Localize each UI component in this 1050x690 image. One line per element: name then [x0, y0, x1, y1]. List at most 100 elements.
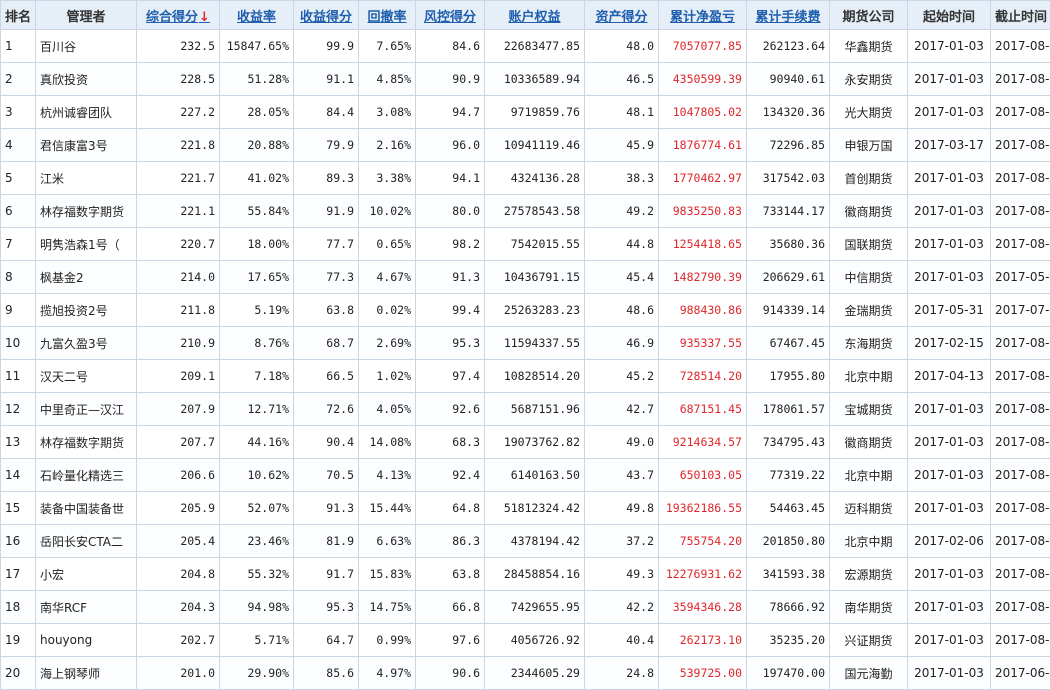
- manager-cell[interactable]: 真欣投资: [36, 63, 137, 96]
- sort-cum-pnl-header[interactable]: 累计净盈亏: [659, 1, 747, 30]
- broker-cell: 徽商期货: [830, 195, 908, 228]
- return-rate-cell: 18.00%: [220, 228, 294, 261]
- manager-cell[interactable]: 明隽浩森1号（: [36, 228, 137, 261]
- manager-cell[interactable]: 杭州诚睿团队: [36, 96, 137, 129]
- table-row: 2真欣投资228.551.28%91.14.85%90.910336589.94…: [1, 63, 1050, 96]
- equity-cell: 11594337.55: [485, 327, 585, 360]
- return-rate-cell: 29.90%: [220, 657, 294, 690]
- score-cell: 205.4: [137, 525, 220, 558]
- manager-cell[interactable]: houyong: [36, 624, 137, 657]
- manager-cell[interactable]: 君信康富3号: [36, 129, 137, 162]
- header-score-label: 综合得分: [146, 10, 198, 25]
- broker-cell: 东海期货: [830, 327, 908, 360]
- return-score-cell: 68.7: [294, 327, 359, 360]
- broker-cell: 金瑞期货: [830, 294, 908, 327]
- score-cell: 202.7: [137, 624, 220, 657]
- drawdown-cell: 7.65%: [359, 30, 416, 63]
- asset-score-cell: 49.3: [585, 558, 659, 591]
- manager-cell[interactable]: 南华RCF: [36, 591, 137, 624]
- asset-score-cell: 24.8: [585, 657, 659, 690]
- asset-score-cell: 43.7: [585, 459, 659, 492]
- end-date-cell: 2017-05-22: [991, 261, 1050, 294]
- broker-cell: 宏源期货: [830, 558, 908, 591]
- sort-score-header[interactable]: 综合得分↓: [137, 1, 220, 30]
- cum-pnl-cell: 935337.55: [659, 327, 747, 360]
- risk-score-cell: 90.6: [416, 657, 485, 690]
- header-drawdown-label: 回撤率: [367, 10, 406, 25]
- asset-score-cell: 45.9: [585, 129, 659, 162]
- manager-cell[interactable]: 林存福数字期货: [36, 195, 137, 228]
- drawdown-cell: 2.69%: [359, 327, 416, 360]
- cum-pnl-cell: 755754.20: [659, 525, 747, 558]
- broker-cell: 北京中期: [830, 525, 908, 558]
- header-broker: 期货公司: [830, 1, 908, 30]
- sort-risk-score-header[interactable]: 风控得分: [416, 1, 485, 30]
- asset-score-cell: 48.1: [585, 96, 659, 129]
- cum-fee-cell: 733144.17: [747, 195, 830, 228]
- table-row: 10九富久盈3号210.98.76%68.72.69%95.311594337.…: [1, 327, 1050, 360]
- return-score-cell: 91.1: [294, 63, 359, 96]
- cum-fee-cell: 35680.36: [747, 228, 830, 261]
- return-score-cell: 91.9: [294, 195, 359, 228]
- sort-asset-score-header[interactable]: 资产得分: [585, 1, 659, 30]
- cum-fee-cell: 35235.20: [747, 624, 830, 657]
- risk-score-cell: 90.9: [416, 63, 485, 96]
- asset-score-cell: 40.4: [585, 624, 659, 657]
- end-date-cell: 2017-08-11: [991, 30, 1050, 63]
- manager-cell[interactable]: 海上钢琴师: [36, 657, 137, 690]
- manager-cell[interactable]: 汉天二号: [36, 360, 137, 393]
- drawdown-cell: 14.08%: [359, 426, 416, 459]
- manager-cell[interactable]: 岳阳长安CTA二: [36, 525, 137, 558]
- broker-cell: 首创期货: [830, 162, 908, 195]
- start-date-cell: 2017-03-17: [908, 129, 991, 162]
- return-score-cell: 63.8: [294, 294, 359, 327]
- return-rate-cell: 20.88%: [220, 129, 294, 162]
- return-rate-cell: 8.76%: [220, 327, 294, 360]
- drawdown-cell: 10.02%: [359, 195, 416, 228]
- asset-score-cell: 44.8: [585, 228, 659, 261]
- cum-pnl-cell: 12276931.62: [659, 558, 747, 591]
- start-date-cell: 2017-01-03: [908, 96, 991, 129]
- sort-equity-header[interactable]: 账户权益: [485, 1, 585, 30]
- manager-cell[interactable]: 小宏: [36, 558, 137, 591]
- manager-cell[interactable]: 中里奇正—汉江: [36, 393, 137, 426]
- end-date-cell: 2017-08-11: [991, 360, 1050, 393]
- drawdown-cell: 15.83%: [359, 558, 416, 591]
- score-cell: 221.1: [137, 195, 220, 228]
- risk-score-cell: 63.8: [416, 558, 485, 591]
- manager-cell[interactable]: 装备中国装备世: [36, 492, 137, 525]
- start-date-cell: 2017-02-06: [908, 525, 991, 558]
- risk-score-cell: 68.3: [416, 426, 485, 459]
- cum-fee-cell: 90940.61: [747, 63, 830, 96]
- return-rate-cell: 55.84%: [220, 195, 294, 228]
- cum-pnl-cell: 1482790.39: [659, 261, 747, 294]
- asset-score-cell: 42.2: [585, 591, 659, 624]
- manager-cell[interactable]: 枫基金2: [36, 261, 137, 294]
- return-rate-cell: 17.65%: [220, 261, 294, 294]
- drawdown-cell: 4.67%: [359, 261, 416, 294]
- sort-return-score-header[interactable]: 收益得分: [294, 1, 359, 30]
- end-date-cell: 2017-08-11: [991, 327, 1050, 360]
- rank-cell: 6: [1, 195, 36, 228]
- sort-drawdown-header[interactable]: 回撤率: [359, 1, 416, 30]
- asset-score-cell: 45.2: [585, 360, 659, 393]
- manager-cell[interactable]: 江米: [36, 162, 137, 195]
- sort-cum-fee-header[interactable]: 累计手续费: [747, 1, 830, 30]
- manager-cell[interactable]: 石岭量化精选三: [36, 459, 137, 492]
- manager-cell[interactable]: 百川谷: [36, 30, 137, 63]
- score-cell: 221.7: [137, 162, 220, 195]
- header-asset-score-label: 资产得分: [595, 10, 647, 25]
- rank-cell: 14: [1, 459, 36, 492]
- manager-cell[interactable]: 林存福数字期货: [36, 426, 137, 459]
- ranking-table: 排名 管理者 综合得分↓ 收益率 收益得分 回撤率 风控得分 账户权益 资产得分…: [0, 0, 1050, 690]
- manager-cell[interactable]: 九富久盈3号: [36, 327, 137, 360]
- cum-pnl-cell: 7057077.85: [659, 30, 747, 63]
- return-rate-cell: 23.46%: [220, 525, 294, 558]
- sort-return-rate-header[interactable]: 收益率: [220, 1, 294, 30]
- rank-cell: 5: [1, 162, 36, 195]
- manager-cell[interactable]: 揽旭投资2号: [36, 294, 137, 327]
- broker-cell: 华鑫期货: [830, 30, 908, 63]
- start-date-cell: 2017-02-15: [908, 327, 991, 360]
- risk-score-cell: 92.6: [416, 393, 485, 426]
- drawdown-cell: 4.05%: [359, 393, 416, 426]
